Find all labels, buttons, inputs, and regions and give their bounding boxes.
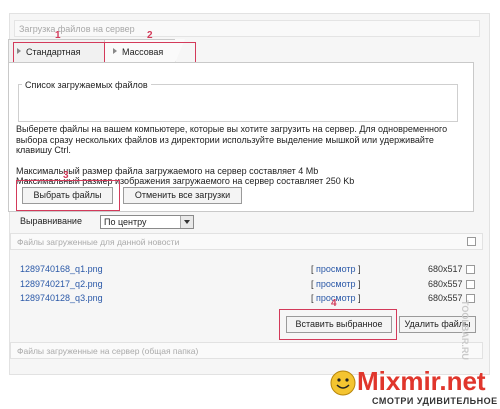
highlight-box-4 bbox=[279, 309, 397, 340]
news-files-header: Файлы загруженные для данной новости bbox=[10, 233, 483, 250]
upload-instructions: Выберете файлы на вашем компьютере, кото… bbox=[16, 124, 476, 187]
smiley-logo-icon bbox=[330, 370, 356, 396]
instructions-line-3: клавишу Ctrl. bbox=[16, 145, 71, 155]
file-list-legend: Список загружаемых файлов bbox=[22, 80, 151, 90]
select-all-checkbox[interactable] bbox=[467, 237, 476, 246]
watermark-side: TOOLBAR.RU bbox=[460, 300, 470, 360]
file-row: 1289740217_q2.png [ просмотр ] 680x557 bbox=[20, 279, 475, 291]
file-name-link[interactable]: 1289740128_q3.png bbox=[20, 293, 103, 303]
window-title: Загрузка файлов на сервер bbox=[14, 20, 480, 37]
image-size: 680x557 bbox=[428, 293, 463, 303]
instructions-line-2: выбора сразу нескольких файлов из директ… bbox=[16, 134, 434, 145]
marker-4: 4 bbox=[331, 298, 337, 309]
file-size-limit: Максимальный размер файла загружаемого н… bbox=[16, 165, 319, 176]
image-size: 680x557 bbox=[428, 279, 463, 289]
marker-3: 3 bbox=[63, 170, 69, 181]
watermark-tagline: СМОТРИ УДИВИТЕЛЬНОЕ bbox=[372, 396, 498, 406]
alignment-select[interactable]: По центру bbox=[100, 215, 194, 229]
server-files-header: Файлы загруженные на сервер (общая папка… bbox=[10, 342, 483, 359]
file-name-link[interactable]: 1289740217_q2.png bbox=[20, 279, 103, 289]
file-name-link[interactable]: 1289740168_q1.png bbox=[20, 264, 103, 274]
file-checkbox[interactable] bbox=[466, 265, 475, 274]
view-link[interactable]: [ просмотр ] bbox=[311, 279, 361, 289]
file-row: 1289740168_q1.png [ просмотр ] 680x517 bbox=[20, 264, 475, 276]
image-size: 680x517 bbox=[428, 264, 463, 274]
alignment-label: Выравнивание bbox=[20, 216, 82, 226]
cancel-uploads-button[interactable]: Отменить все загрузки bbox=[123, 187, 242, 204]
watermark-brand: Mixmir.net bbox=[357, 366, 486, 396]
view-link[interactable]: [ просмотр ] bbox=[311, 264, 361, 274]
instructions-line-1: Выберете файлы на вашем компьютере, кото… bbox=[16, 124, 448, 134]
highlight-box-3 bbox=[16, 180, 120, 211]
chevron-down-icon bbox=[180, 216, 193, 228]
alignment-value: По центру bbox=[104, 217, 147, 227]
file-checkbox[interactable] bbox=[466, 280, 475, 289]
marker-2: 2 bbox=[147, 30, 153, 41]
file-row: 1289740128_q3.png [ просмотр ] 680x557 bbox=[20, 293, 475, 305]
marker-1: 1 bbox=[55, 30, 61, 41]
